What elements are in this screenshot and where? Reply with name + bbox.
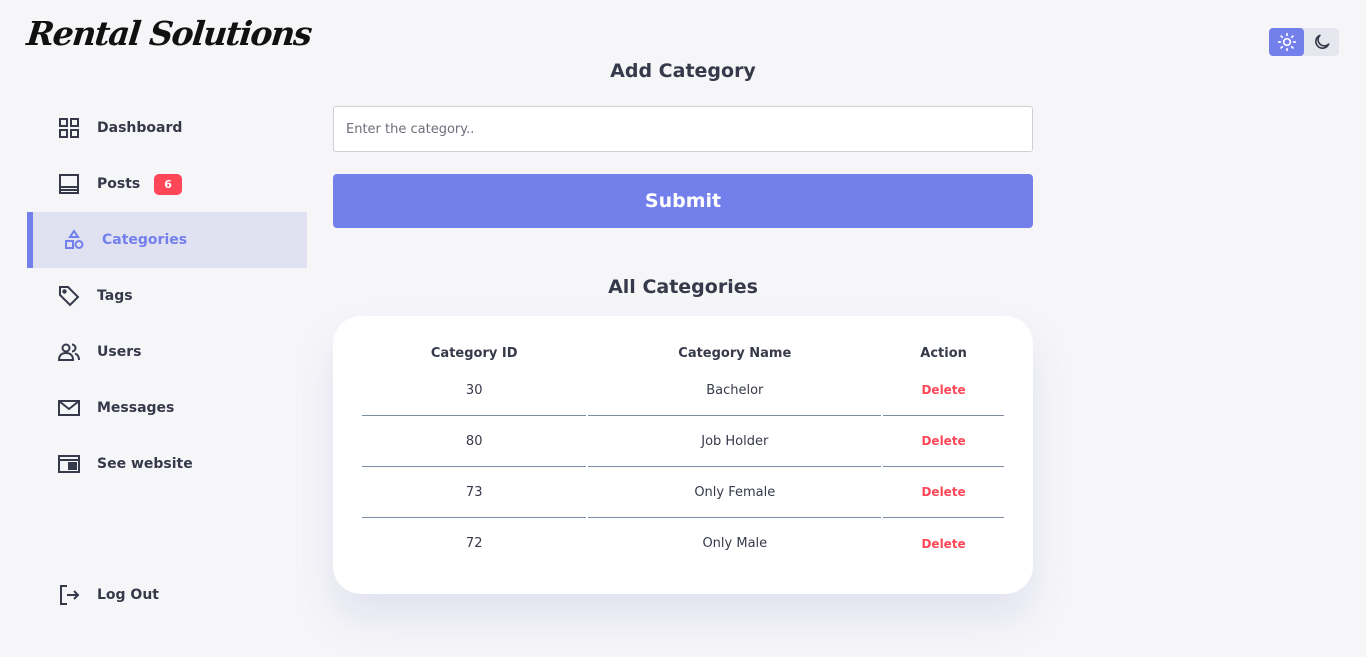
category-id-cell: 73 bbox=[362, 467, 587, 518]
table-row: 72 Only Male Delete bbox=[362, 518, 1004, 569]
column-header-name: Category Name bbox=[678, 345, 792, 361]
tag-icon bbox=[57, 284, 81, 308]
moon-icon bbox=[1314, 34, 1329, 49]
category-name-cell: Only Male bbox=[702, 536, 768, 551]
column-header-action: Action bbox=[920, 345, 967, 361]
category-name-cell: Only Female bbox=[588, 467, 882, 518]
grid-icon bbox=[57, 116, 81, 140]
category-id-cell: 80 bbox=[362, 416, 587, 467]
table-row: 80 Job Holder Delete bbox=[362, 416, 1004, 467]
all-categories-title: All Categories bbox=[608, 276, 758, 298]
website-icon bbox=[57, 452, 81, 476]
brand-logo: Rental Solutions bbox=[24, 14, 313, 53]
category-name-cell: Bachelor bbox=[588, 365, 882, 416]
logout-label: Log Out bbox=[97, 587, 159, 603]
logout-icon bbox=[57, 583, 81, 607]
submit-button[interactable]: Submit bbox=[333, 174, 1033, 228]
sidebar-nav: Dashboard Posts 6 Categories Tags Users … bbox=[27, 100, 307, 492]
sidebar-item-label: Categories bbox=[102, 232, 188, 248]
delete-button[interactable]: Delete bbox=[883, 416, 1004, 467]
sidebar-item-label: Users bbox=[97, 344, 142, 360]
sidebar-item-users[interactable]: Users bbox=[27, 324, 307, 380]
users-icon bbox=[57, 340, 81, 364]
theme-toggle[interactable] bbox=[1269, 28, 1339, 56]
sidebar-item-label: Messages bbox=[97, 400, 175, 416]
sidebar-item-dashboard[interactable]: Dashboard bbox=[27, 100, 307, 156]
posts-icon bbox=[57, 172, 81, 196]
categories-table: Category ID Category Name Action 30 Bach… bbox=[360, 341, 1006, 569]
logout-section: Log Out bbox=[27, 567, 307, 623]
table-row: 73 Only Female Delete bbox=[362, 467, 1004, 518]
sidebar-item-see-website[interactable]: See website bbox=[27, 436, 307, 492]
table-row: 30 Bachelor Delete bbox=[362, 365, 1004, 416]
sidebar-item-label: Dashboard bbox=[97, 120, 183, 136]
category-id-cell: 30 bbox=[362, 365, 587, 416]
sidebar-item-label: See website bbox=[97, 456, 193, 472]
posts-count-badge: 6 bbox=[154, 173, 182, 195]
sidebar-item-messages[interactable]: Messages bbox=[27, 380, 307, 436]
sidebar-item-tags[interactable]: Tags bbox=[27, 268, 307, 324]
mail-icon bbox=[57, 396, 81, 420]
delete-button[interactable]: Delete bbox=[883, 365, 1004, 416]
category-input[interactable] bbox=[333, 106, 1033, 152]
sidebar-item-categories[interactable]: Categories bbox=[27, 212, 307, 268]
delete-button[interactable]: Delete bbox=[883, 467, 1004, 518]
dark-mode-button[interactable] bbox=[1304, 28, 1339, 56]
category-shapes-icon bbox=[62, 228, 86, 252]
column-header-id: Category ID bbox=[430, 345, 518, 361]
logout-button[interactable]: Log Out bbox=[27, 567, 307, 623]
delete-button[interactable]: Delete bbox=[883, 518, 1004, 569]
sun-icon bbox=[1277, 32, 1296, 52]
sidebar-item-posts[interactable]: Posts 6 bbox=[27, 156, 307, 212]
category-id-cell: 72 bbox=[465, 536, 483, 551]
sidebar-item-label: Posts bbox=[97, 176, 141, 192]
sidebar-item-label: Tags bbox=[97, 288, 133, 304]
table-header-row: Category ID Category Name Action bbox=[362, 341, 1004, 365]
light-mode-button[interactable] bbox=[1269, 28, 1304, 56]
categories-table-card: Category ID Category Name Action 30 Bach… bbox=[333, 316, 1033, 594]
add-category-title: Add Category bbox=[610, 60, 756, 82]
category-name-cell: Job Holder bbox=[588, 416, 882, 467]
